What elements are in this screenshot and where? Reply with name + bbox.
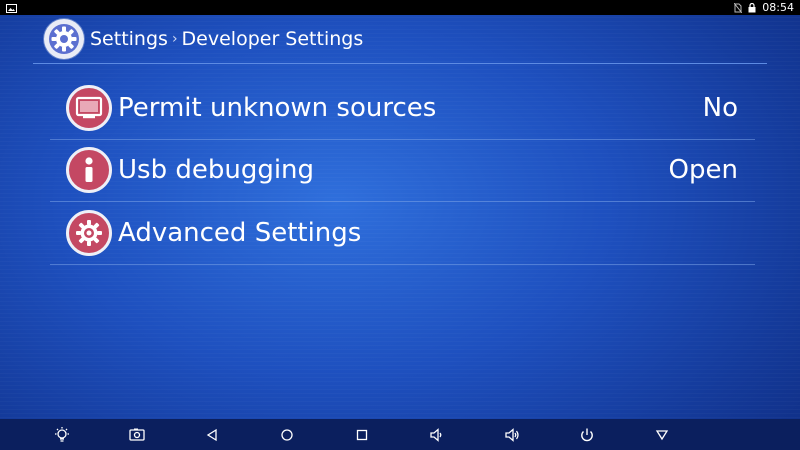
navigation-bar xyxy=(0,419,800,450)
lock-icon xyxy=(748,0,756,17)
status-bar: 08:54 xyxy=(0,0,800,15)
menu-down-icon[interactable] xyxy=(652,425,672,445)
screenshot-icon[interactable] xyxy=(127,425,147,445)
info-icon xyxy=(66,147,112,194)
power-icon[interactable] xyxy=(577,425,597,445)
setting-advanced-settings[interactable]: Advanced Settings xyxy=(50,202,755,265)
header-divider xyxy=(33,63,767,64)
volume-up-icon[interactable] xyxy=(502,425,522,445)
back-icon[interactable] xyxy=(202,425,222,445)
no-sim-icon xyxy=(733,0,743,17)
status-time: 08:54 xyxy=(762,1,794,14)
setting-permit-unknown-sources[interactable]: Permit unknown sources No xyxy=(50,77,755,140)
breadcrumb-root[interactable]: Settings xyxy=(90,28,168,50)
volume-down-icon[interactable] xyxy=(427,425,447,445)
gear-icon xyxy=(44,19,84,59)
setting-label: Permit unknown sources xyxy=(118,92,437,123)
gear-icon xyxy=(66,209,112,256)
brightness-icon[interactable] xyxy=(52,425,72,445)
home-icon[interactable] xyxy=(277,425,297,445)
recents-icon[interactable] xyxy=(352,425,372,445)
setting-label: Usb debugging xyxy=(118,155,315,186)
image-icon xyxy=(6,0,17,17)
setting-label: Advanced Settings xyxy=(118,217,362,248)
breadcrumb: Settings › Developer Settings xyxy=(44,19,363,59)
breadcrumb-separator: › xyxy=(171,31,178,47)
setting-value: Open xyxy=(668,155,738,186)
page-title: Developer Settings xyxy=(181,28,364,50)
setting-usb-debugging[interactable]: Usb debugging Open xyxy=(50,140,755,202)
setting-value: No xyxy=(702,92,738,123)
monitor-icon xyxy=(66,84,112,131)
settings-list: Permit unknown sources No Usb debugging … xyxy=(50,77,755,265)
